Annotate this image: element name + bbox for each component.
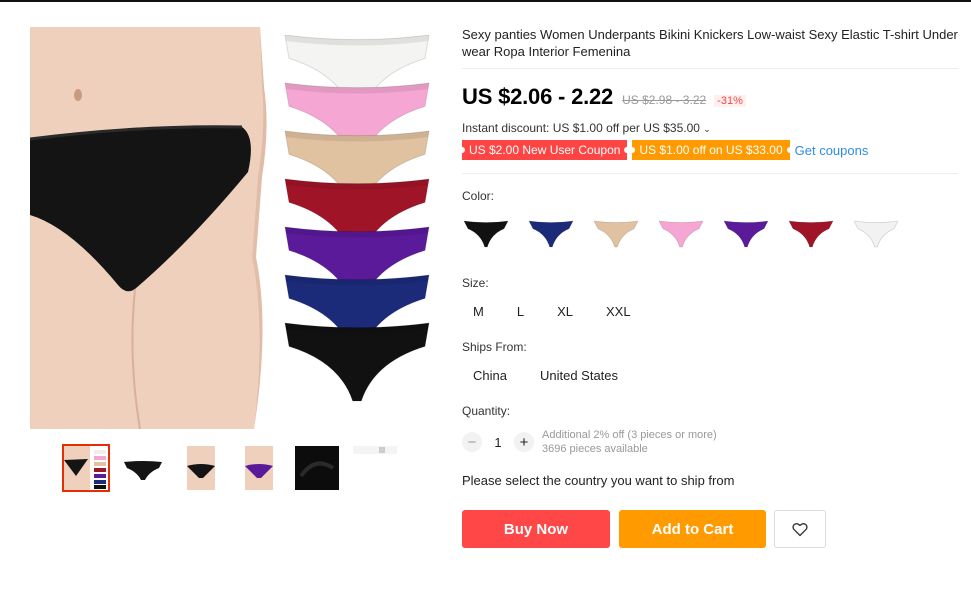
product-info: Sexy panties Women Underpants Bikini Kni… [462, 26, 958, 62]
new-user-coupon[interactable]: US $2.00 New User Coupon [458, 140, 631, 160]
chevron-down-icon: ⌄ [703, 124, 711, 134]
heart-icon [792, 522, 808, 536]
ships-from-china[interactable]: China [462, 364, 518, 387]
bulk-discount-note: Additional 2% off (3 pieces or more) [542, 429, 717, 441]
thumbnail-strip [62, 444, 407, 492]
ships-from-united-states[interactable]: United States [529, 364, 629, 387]
wishlist-button[interactable] [774, 510, 826, 548]
get-coupons-link[interactable]: Get coupons [795, 143, 869, 158]
size-option-m[interactable]: M [462, 300, 495, 323]
quantity-stepper: − 1 + Additional 2% off (3 pieces or mor… [462, 428, 717, 456]
thumbnail-1[interactable] [62, 444, 110, 492]
color-swatch-pink[interactable] [657, 212, 705, 256]
size-label: Size: [462, 276, 489, 290]
stock-available: 3696 pieces available [542, 443, 648, 455]
product-title: Sexy panties Women Underpants Bikini Kni… [462, 27, 958, 59]
color-swatch-purple[interactable] [722, 212, 770, 256]
color-swatch-wine-red[interactable] [787, 212, 835, 256]
model-photo [30, 27, 280, 429]
top-border [0, 0, 971, 2]
size-option-xxl[interactable]: XXL [595, 300, 642, 323]
ships-from-options: China United States [462, 364, 640, 387]
quantity-plus-button[interactable]: + [514, 432, 534, 452]
current-price: US $2.06 - 2.22 [462, 84, 614, 109]
color-swatch-nude[interactable] [592, 212, 640, 256]
divider [462, 68, 958, 69]
ships-from-label: Ships From: [462, 340, 527, 354]
thumbnail-4[interactable] [235, 444, 283, 492]
quantity-notes: Additional 2% off (3 pieces or more) 369… [542, 428, 717, 456]
coupon-row: US $2.00 New User Coupon US $1.00 off on… [458, 140, 869, 160]
size-option-l[interactable]: L [506, 300, 535, 323]
quantity-minus-button[interactable]: − [462, 432, 482, 452]
buy-now-button[interactable]: Buy Now [462, 510, 610, 548]
panties-stack-illustration [284, 35, 430, 402]
price-row: US $2.06 - 2.22 US $2.98 - 3.22 -31% [462, 84, 746, 110]
thumbnail-2[interactable] [119, 444, 167, 492]
color-swatches [462, 212, 917, 256]
ship-country-message: Please select the country you want to sh… [462, 473, 735, 488]
instant-discount[interactable]: Instant discount: US $1.00 off per US $3… [462, 121, 711, 135]
color-swatch-navy[interactable] [527, 212, 575, 256]
original-price: US $2.98 - 3.22 [622, 93, 707, 107]
model-figure [30, 27, 280, 429]
size-option-xl[interactable]: XL [546, 300, 584, 323]
add-to-cart-button[interactable]: Add to Cart [619, 510, 766, 548]
thumbnail-6[interactable] [351, 444, 399, 456]
color-label: Color: [462, 189, 495, 203]
store-coupon[interactable]: US $1.00 off on US $33.00 [629, 140, 793, 160]
stacked-panty-6 [284, 322, 430, 402]
color-swatch-white[interactable] [852, 212, 900, 256]
thumbnail-5[interactable] [293, 444, 341, 492]
discount-badge: -31% [714, 95, 746, 107]
size-options: M L XL XXL [462, 300, 653, 323]
color-swatch-black[interactable] [462, 212, 510, 256]
thumbnail-3[interactable] [177, 444, 225, 492]
quantity-label: Quantity: [462, 404, 511, 418]
instant-discount-text: Instant discount: US $1.00 off per US $3… [462, 121, 700, 135]
quantity-value[interactable]: 1 [482, 435, 514, 450]
divider [462, 173, 958, 174]
main-product-image[interactable] [30, 27, 432, 429]
